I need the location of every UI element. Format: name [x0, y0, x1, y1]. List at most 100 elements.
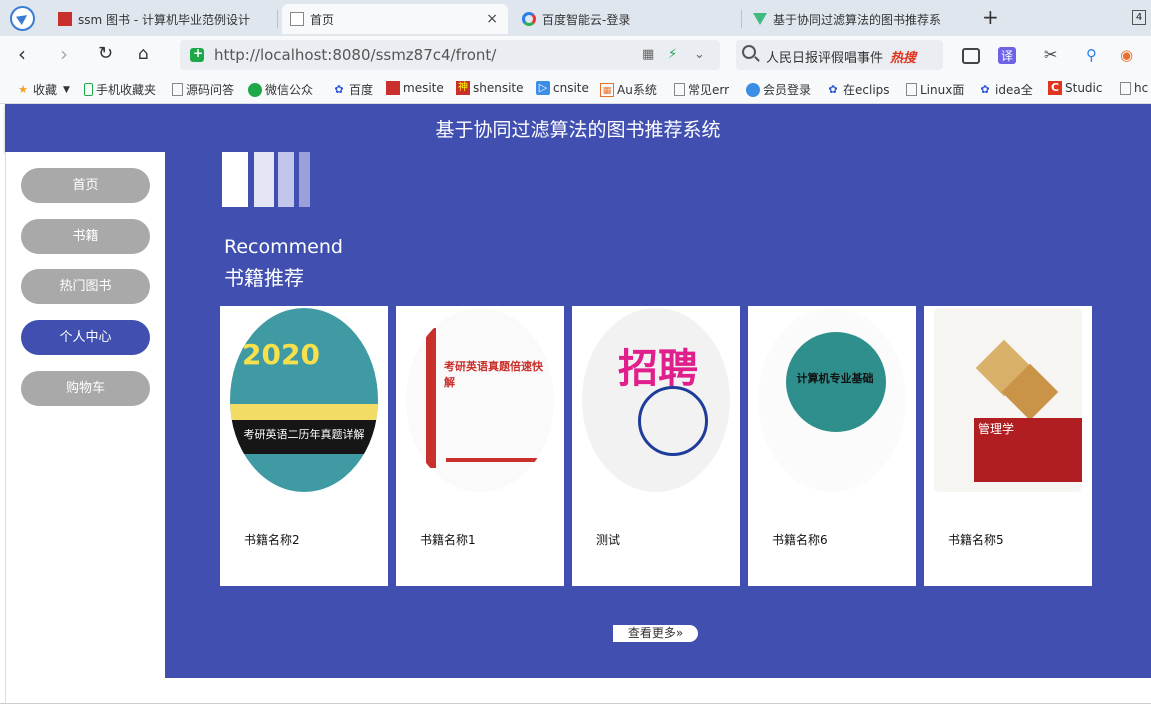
hot-search-label[interactable]: 热搜	[890, 47, 916, 66]
new-tab-button[interactable]: +	[982, 5, 999, 29]
lightning-icon[interactable]: ⚡	[668, 47, 677, 62]
bookmark-studio[interactable]: C Studic	[1048, 81, 1102, 95]
book-cover-image[interactable]: 管理学	[934, 308, 1082, 492]
star-icon: ★	[18, 82, 28, 96]
back-arrow-icon[interactable]: ‹	[18, 44, 26, 64]
banner-stripe-decoration	[254, 152, 274, 207]
bookmark-label: Linux面	[920, 83, 965, 97]
close-tab-icon[interactable]: ×	[486, 11, 498, 27]
mesite-icon	[386, 81, 400, 95]
forward-arrow-icon[interactable]: ›	[60, 44, 68, 64]
bookmark-baidu[interactable]: ✿ 百度	[332, 81, 373, 98]
red-square-favicon-icon	[58, 12, 72, 26]
book-card[interactable]: 计算机专业基础 书籍名称6	[748, 306, 916, 586]
book-cover-image[interactable]: 2020 考研英语二历年真题详解	[230, 308, 378, 492]
bookmark-label: 微信公众	[265, 83, 314, 97]
search-input[interactable]: 人民日报评假唱事件	[766, 47, 883, 66]
bookmark-idea[interactable]: ✿ idea全	[978, 81, 1033, 98]
bookmark-hc[interactable]: hc	[1120, 81, 1148, 95]
book-name[interactable]: 书籍名称1	[420, 531, 476, 548]
nav-books-button[interactable]: 书籍	[21, 219, 150, 254]
cloud-icon	[746, 82, 760, 97]
bookmark-label: 手机收藏夹	[96, 83, 157, 97]
bookmark-eclipse[interactable]: ✿ 在eclips	[826, 81, 890, 98]
reader-icon[interactable]	[962, 48, 980, 64]
section-title-en: Recommend	[224, 236, 343, 258]
bookmark-label: 源码问答	[186, 83, 235, 97]
bookmark-label: Au系统	[617, 83, 657, 97]
nav-hot-books-button[interactable]: 热门图书	[21, 269, 150, 304]
tab-book-recommend[interactable]: 基于协同过滤算法的图书推荐系	[745, 4, 970, 34]
page-viewport: 基于协同过滤算法的图书推荐系统 首页 书籍 热门图书 个人中心 购物车 Reco…	[0, 104, 1151, 704]
tab-count-badge[interactable]: 4	[1132, 10, 1146, 25]
home-icon[interactable]: ⌂	[138, 44, 149, 64]
bookmark-member-login[interactable]: 会员登录	[746, 81, 811, 98]
shensite-icon: 神	[456, 81, 470, 95]
page-icon	[674, 83, 685, 96]
tab-title: ssm 图书 - 计算机毕业范例设计	[78, 12, 250, 27]
reload-icon[interactable]: ↻	[98, 44, 113, 64]
book-cover-image[interactable]: 招聘	[582, 308, 730, 492]
tab-ssm-book[interactable]: ssm 图书 - 计算机毕业范例设计	[50, 4, 275, 34]
game-icon[interactable]: ◉	[1120, 46, 1133, 64]
bookmark-linux[interactable]: Linux面	[906, 81, 964, 98]
search-box[interactable]: 人民日报评假唱事件 热搜	[736, 40, 943, 70]
chevron-down-icon[interactable]: ⌄	[694, 47, 705, 62]
bookmark-wechat[interactable]: 微信公众	[248, 81, 313, 98]
book-card[interactable]: 招聘 测试	[572, 306, 740, 586]
page-favicon-icon	[290, 12, 304, 26]
bookmark-mesite[interactable]: mesite	[386, 81, 444, 95]
cover-text: 考研英语二历年真题详解	[243, 428, 365, 441]
cover-text: 考研英语真题倍速快解	[444, 360, 543, 389]
section-title-cn: 书籍推荐	[224, 266, 304, 290]
baidu-cloud-favicon-icon	[522, 12, 536, 26]
bookmark-source-qa[interactable]: 源码问答	[172, 81, 234, 98]
view-more-button[interactable]: 查看更多»	[613, 625, 698, 642]
cover-text: 管理学	[978, 422, 1015, 436]
bookmark-favorites[interactable]: ★ 收藏 ▼	[16, 81, 70, 98]
bookmark-shensite[interactable]: 神 shensite	[456, 81, 524, 95]
book-cover-image[interactable]: 计算机专业基础	[758, 308, 906, 492]
phone-icon	[84, 83, 93, 96]
baidu-paw-icon: ✿	[828, 82, 838, 96]
book-name[interactable]: 书籍名称2	[244, 531, 300, 548]
bookmark-label: 在eclips	[843, 83, 890, 97]
address-bar[interactable]: http://localhost:8080/ssmz87c4/front/ ▦ …	[180, 40, 720, 70]
book-card[interactable]: 考研英语真题倍速快解 书籍名称1	[396, 306, 564, 586]
site-header: 基于协同过滤算法的图书推荐系统	[5, 104, 1151, 152]
book-cover-image[interactable]: 考研英语真题倍速快解	[406, 308, 554, 492]
browser-logo-icon[interactable]	[10, 6, 35, 31]
bookmark-mobile[interactable]: 手机收藏夹	[84, 81, 156, 98]
cover-text: 招聘	[618, 346, 698, 392]
au-icon: ▦	[600, 82, 614, 97]
translate-icon[interactable]: 译	[998, 47, 1017, 64]
qr-code-icon[interactable]: ▦	[642, 47, 654, 62]
bookmark-label: shensite	[473, 81, 524, 95]
main-content: Recommend 书籍推荐 2020 考研英语二历年真题详解 书籍名称2 考研…	[165, 152, 1151, 678]
nav-home-button[interactable]: 首页	[21, 168, 150, 203]
bookmark-common-err[interactable]: 常见err	[674, 81, 729, 98]
tab-home[interactable]: 首页 ×	[282, 4, 508, 34]
browser-toolbar: ‹ › ↻ ⌂ http://localhost:8080/ssmz87c4/f…	[0, 36, 1151, 74]
vue-favicon-icon	[753, 13, 767, 25]
scissors-icon[interactable]: ✂	[1044, 45, 1057, 64]
book-name[interactable]: 测试	[596, 531, 620, 548]
book-card[interactable]: 2020 考研英语二历年真题详解 书籍名称2	[220, 306, 388, 586]
book-name[interactable]: 书籍名称5	[948, 531, 1004, 548]
book-name[interactable]: 书籍名称6	[772, 531, 828, 548]
nav-personal-center-button[interactable]: 个人中心	[21, 320, 150, 355]
page-icon	[172, 83, 183, 96]
search-tool-icon[interactable]: ⚲	[1086, 46, 1097, 64]
search-icon	[742, 45, 756, 59]
browser-tab-strip: ssm 图书 - 计算机毕业范例设计 首页 × 百度智能云-登录 基于协同过滤算…	[0, 0, 1151, 36]
bookmark-label: idea全	[995, 83, 1033, 97]
bookmark-au-system[interactable]: ▦ Au系统	[600, 81, 657, 98]
tab-title: 基于协同过滤算法的图书推荐系	[773, 12, 942, 27]
bookmark-label: cnsite	[553, 81, 589, 95]
tab-baidu-cloud[interactable]: 百度智能云-登录	[514, 4, 739, 34]
book-card[interactable]: 管理学 书籍名称5	[924, 306, 1092, 586]
c-icon: C	[1048, 81, 1062, 95]
nav-cart-button[interactable]: 购物车	[21, 371, 150, 406]
bookmark-cnsite[interactable]: ▷ cnsite	[536, 81, 589, 95]
url-text[interactable]: http://localhost:8080/ssmz87c4/front/	[214, 46, 496, 64]
